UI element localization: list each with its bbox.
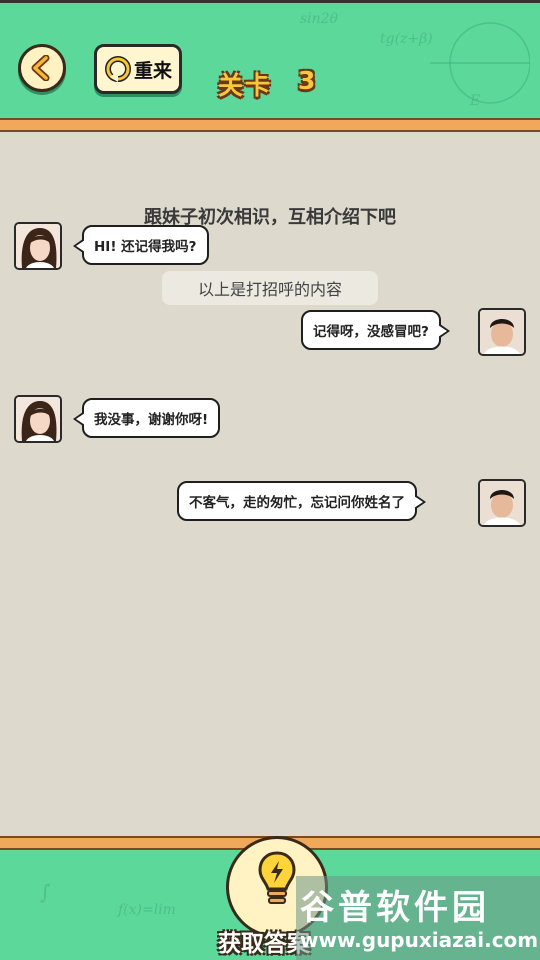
background-formula: f(x)=lim (118, 902, 176, 918)
girl-avatar (14, 222, 62, 270)
refresh-icon (104, 56, 131, 82)
girl-avatar (14, 395, 62, 443)
watermark-title: 谷普软件园 (300, 888, 490, 928)
boy-avatar (478, 479, 526, 527)
level-number: 3 (298, 66, 318, 95)
level-label: 关卡 (218, 71, 273, 100)
chat-bubble-outgoing: 不客气，走的匆忙，忘记问你姓名了 (177, 481, 426, 521)
background-formula: tg(z+β) (380, 31, 433, 47)
chevron-left-icon (31, 55, 50, 81)
header-border-band (0, 118, 540, 132)
boy-avatar (478, 308, 526, 356)
background-curve-decoration (430, 22, 530, 104)
task-prompt: 跟妹子初次相识，互相介绍下吧 (144, 207, 396, 228)
retry-button[interactable]: 重来 (94, 44, 182, 94)
chat-bubble-incoming: 我没事，谢谢你呀! (72, 398, 221, 438)
watermark-url: www.gupuxiazai.com (300, 928, 539, 952)
lightbulb-icon (258, 851, 296, 904)
back-button[interactable] (18, 44, 66, 92)
chat-bubble-incoming: HI! 还记得我吗? (73, 225, 209, 265)
background-formula: ∫ (40, 880, 51, 904)
background-formula: sin2θ (300, 11, 339, 27)
site-watermark: 谷普软件园 www.gupuxiazai.com (296, 876, 540, 960)
level-indicator: 关卡 3 (218, 66, 317, 102)
chat-bubble-outgoing: 记得呀，没感冒吧? (301, 310, 450, 350)
retry-label: 重来 (133, 59, 172, 82)
system-note: 以上是打招呼的内容 (162, 271, 378, 305)
